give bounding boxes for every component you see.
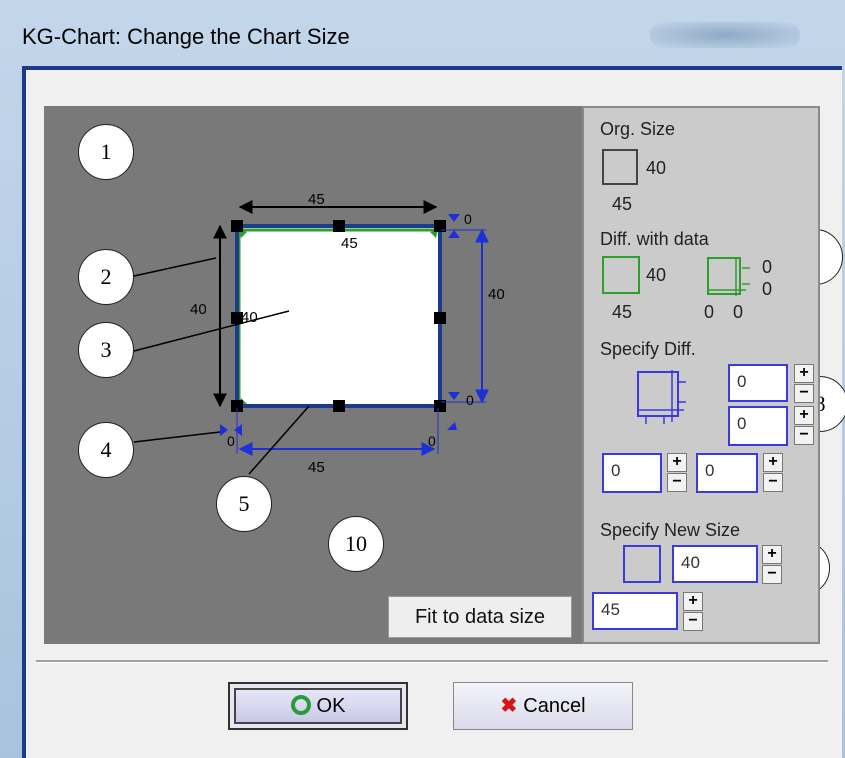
- diff-width-value: 45: [612, 302, 633, 322]
- dialog-window: KG-Chart: Change the Chart Size 45 45 40…: [0, 0, 845, 758]
- diff-left-label: 0: [227, 433, 235, 449]
- callout-2-leader: [133, 257, 217, 277]
- resize-handle-top[interactable]: [333, 220, 345, 232]
- callout-10: 10: [328, 516, 384, 572]
- callout-2: 2: [78, 249, 134, 305]
- cancel-label: Cancel: [523, 695, 586, 717]
- org-width-value: 45: [612, 194, 633, 214]
- new-width-stepper[interactable]: + −: [683, 592, 703, 632]
- specify-diff-bottom-input[interactable]: 0: [728, 406, 788, 446]
- new-height-input[interactable]: 40: [672, 545, 758, 583]
- diff-right-marker: [448, 392, 460, 400]
- diff-with-data-label: Diff. with data: [600, 229, 709, 249]
- diff-bottom-marker: [447, 422, 457, 430]
- diff-data-box-icon: [602, 256, 640, 294]
- callout-4-leader: [133, 431, 221, 443]
- right-height-label: 40: [488, 286, 505, 303]
- diff-top-value: 0: [762, 257, 773, 277]
- diff-left-value: 0: [704, 302, 715, 322]
- diff-top-label: 0: [464, 211, 472, 227]
- specify-diff-bottom-stepper[interactable]: + −: [794, 406, 814, 446]
- diff-margin-icon: [707, 257, 750, 296]
- callout-5-leader: [248, 405, 310, 475]
- specify-diff-label: Specify Diff.: [600, 339, 696, 359]
- org-height-value: 40: [646, 158, 667, 178]
- left-height-label: 40: [190, 301, 207, 318]
- chart-preview-canvas[interactable]: 45 45 40 40 40 45 0 0 0 0: [44, 106, 582, 644]
- specify-diff-left-stepper[interactable]: + −: [667, 453, 687, 493]
- diff-right-label: 0: [466, 392, 474, 408]
- resize-handle-tl[interactable]: [231, 220, 243, 232]
- callout-5: 5: [216, 476, 272, 532]
- diff-right-value: 0: [733, 302, 744, 322]
- ok-label: OK: [316, 695, 346, 717]
- resize-handle-bottom[interactable]: [333, 400, 345, 412]
- diff-bottom-value: 0: [762, 279, 773, 299]
- diff-height-value: 40: [646, 265, 667, 285]
- inner-width-label: 45: [341, 235, 358, 252]
- chart-preview-drawing: 45 45 40 40 40 45 0 0 0 0: [133, 191, 505, 476]
- diff-top-marker: [448, 214, 460, 238]
- org-size-box-icon: [602, 149, 638, 185]
- callout-3: 3: [78, 322, 134, 378]
- title-bar[interactable]: KG-Chart: Change the Chart Size: [0, 0, 845, 62]
- callout-4: 4: [78, 422, 134, 478]
- specify-diff-top-stepper[interactable]: + −: [794, 364, 814, 404]
- specify-new-size-label: Specify New Size: [600, 520, 741, 540]
- specify-diff-right-input[interactable]: 0: [696, 453, 758, 493]
- fit-to-data-size-button[interactable]: Fit to data size: [388, 596, 572, 638]
- bottom-width-label: 45: [308, 459, 325, 476]
- cancel-x-icon: ✖: [500, 695, 518, 717]
- inner-height-label: 40: [241, 309, 258, 326]
- callout-1: 1: [78, 124, 134, 180]
- top-width-label: 45: [308, 191, 325, 208]
- new-size-box-icon: [623, 545, 661, 583]
- title-bar-controls: [650, 22, 800, 48]
- specify-diff-top-input[interactable]: 0: [728, 364, 788, 402]
- new-width-input[interactable]: 45: [592, 592, 678, 630]
- specify-diff-icon: [637, 370, 686, 424]
- button-separator: [36, 660, 828, 663]
- new-height-stepper[interactable]: + −: [762, 545, 782, 585]
- diff-bottom-label: 0: [428, 433, 436, 449]
- specify-diff-left-input[interactable]: 0: [602, 453, 662, 493]
- specify-diff-right-stepper[interactable]: + −: [763, 453, 783, 493]
- window-title: KG-Chart: Change the Chart Size: [22, 24, 350, 49]
- cancel-button[interactable]: ✖ Cancel: [453, 682, 633, 730]
- org-size-label: Org. Size: [600, 119, 676, 139]
- ok-button[interactable]: OK: [228, 682, 408, 730]
- resize-handle-right[interactable]: [434, 312, 446, 324]
- ok-circle-icon: [290, 695, 311, 715]
